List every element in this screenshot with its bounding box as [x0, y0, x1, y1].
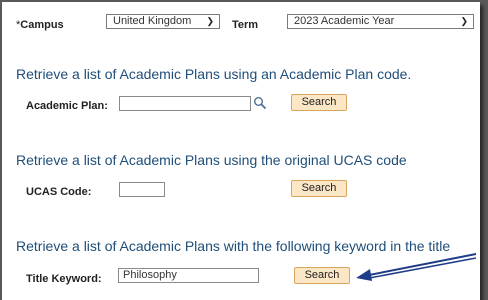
campus-label: *Campus	[16, 19, 64, 31]
term-label: Term	[232, 19, 259, 31]
title-keyword-label: Title Keyword:	[26, 273, 102, 285]
academic-plan-label: Academic Plan:	[26, 100, 108, 112]
title-keyword-search-button[interactable]: Search	[294, 267, 350, 284]
chevron-down-icon: ❯	[460, 16, 468, 26]
academic-plan-search-button[interactable]: Search	[291, 94, 347, 111]
title-keyword-input[interactable]: Philosophy	[118, 268, 259, 283]
search-icon[interactable]	[253, 96, 267, 110]
ucas-search-button[interactable]: Search	[291, 180, 347, 197]
arrow-icon	[356, 253, 477, 281]
ucas-code-label: UCAS Code:	[26, 186, 92, 198]
chevron-down-icon: ❯	[206, 16, 214, 26]
campus-select[interactable]: United Kingdom ❯	[106, 14, 220, 29]
ucas-heading: Retrieve a list of Academic Plans using …	[16, 152, 407, 168]
academic-plan-heading: Retrieve a list of Academic Plans using …	[16, 66, 412, 82]
search-panel: *Campus United Kingdom ❯ Term 2023 Acade…	[2, 2, 480, 300]
term-select-value: 2023 Academic Year	[294, 15, 395, 27]
campus-select-value: United Kingdom	[113, 15, 192, 27]
academic-plan-input[interactable]	[119, 96, 251, 111]
ucas-code-input[interactable]	[119, 182, 165, 197]
term-select[interactable]: 2023 Academic Year ❯	[287, 14, 474, 29]
